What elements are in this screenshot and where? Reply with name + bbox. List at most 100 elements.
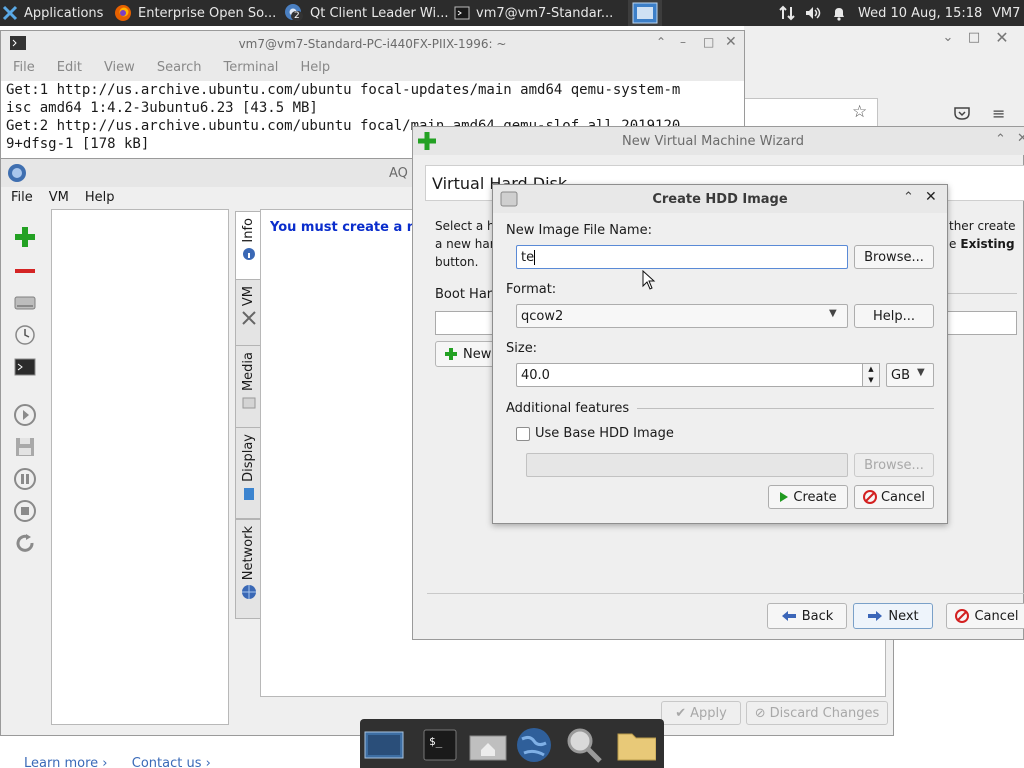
base-image-input[interactable] [526, 453, 848, 477]
notification-bell-icon[interactable] [828, 0, 850, 26]
spin-down-icon[interactable]: ▼ [863, 375, 879, 386]
start-vm-button[interactable] [11, 401, 39, 429]
size-spinner[interactable]: ▲ ▼ [862, 363, 880, 387]
minus-icon [15, 269, 35, 273]
task-qt-client[interactable]: 2 Qt Client Leader Wi... [284, 0, 450, 26]
window-icon [632, 2, 658, 24]
hdd-dialog-titlebar[interactable]: Create HDD Image ⌃ ✕ [493, 185, 947, 213]
close-icon[interactable]: ✕ [1017, 131, 1024, 146]
history-button[interactable] [11, 321, 39, 349]
close-icon[interactable]: ✕ [925, 189, 937, 205]
wizard-titlebar[interactable]: New Virtual Machine Wizard ⌃ ✕ [413, 127, 1024, 155]
menu-file[interactable]: File [1, 57, 45, 81]
cancel-button[interactable]: Cancel [854, 485, 934, 509]
size-unit-select[interactable]: GB ▼ [886, 363, 934, 387]
stop-vm-button[interactable] [11, 497, 39, 525]
minimize-icon[interactable]: – [680, 35, 686, 49]
wizard-cancel-button[interactable]: Cancel [946, 603, 1024, 629]
pause-vm-button[interactable] [11, 465, 39, 493]
menu-search[interactable]: Search [145, 57, 212, 81]
task-firefox[interactable]: Enterprise Open So... [114, 0, 280, 26]
apply-label: Apply [690, 705, 727, 721]
hamburger-menu-icon[interactable]: ≡ [992, 104, 1012, 123]
create-button[interactable]: Create [768, 485, 848, 509]
menu-help[interactable]: Help [288, 57, 340, 81]
console-button[interactable] [11, 353, 39, 381]
tab-media[interactable]: Media [235, 345, 261, 429]
vm-list[interactable] [51, 209, 229, 725]
size-input[interactable]: 40.0 [516, 363, 866, 387]
file-name-input[interactable]: te [516, 245, 848, 269]
url-bar[interactable]: ☆ [744, 98, 878, 128]
clock[interactable]: Wed 10 Aug, 15:18 [858, 0, 988, 26]
dock-home-folder-button[interactable] [468, 725, 508, 765]
minimize-icon[interactable]: ⌃ [995, 132, 1006, 147]
learn-more-link[interactable]: Learn more › [24, 756, 107, 768]
dock-search-button[interactable] [564, 725, 604, 765]
dock-web-browser-button[interactable] [514, 725, 554, 765]
dock-files-button[interactable] [616, 725, 656, 765]
maximize-icon[interactable]: □ [964, 30, 984, 50]
save-vm-button[interactable] [11, 433, 39, 461]
task-aqemu[interactable] [628, 0, 662, 26]
tab-vm[interactable]: VM [235, 279, 261, 347]
close-icon[interactable]: ✕ [992, 28, 1012, 48]
contact-us-link[interactable]: Contact us › [132, 756, 211, 768]
applications-menu[interactable]: Applications [2, 0, 110, 26]
bookmark-star-icon[interactable]: ☆ [852, 102, 867, 122]
format-help-button[interactable]: Help... [854, 304, 934, 328]
tab-display[interactable]: Display [235, 427, 261, 519]
menu-terminal[interactable]: Terminal [211, 57, 288, 81]
minimize-icon[interactable]: ⌄ [938, 30, 958, 50]
close-icon[interactable]: ✕ [725, 34, 737, 50]
desktop-icon [364, 731, 404, 759]
menu-view[interactable]: View [92, 57, 145, 81]
next-button[interactable]: Next [853, 603, 933, 629]
minimize-icon[interactable]: ⌃ [656, 35, 666, 49]
menu-file[interactable]: File [1, 187, 39, 209]
terminal-titlebar[interactable]: vm7@vm7-Standard-PC-i440FX-PIIX-1996: ~ … [1, 31, 744, 57]
discard-changes-button[interactable]: ⊘ Discard Changes [746, 701, 888, 725]
plus-icon [15, 227, 35, 247]
file-name-value: te [521, 249, 535, 265]
menu-vm[interactable]: VM [39, 187, 75, 209]
terminal-line: isc amd64 1:4.2-3ubuntu6.23 [43.5 MB] [6, 100, 318, 116]
use-base-hdd-label: Use Base HDD Image [535, 426, 674, 441]
divider [427, 593, 1024, 594]
spin-up-icon[interactable]: ▲ [863, 364, 879, 375]
menu-help[interactable]: Help [75, 187, 121, 209]
menu-edit[interactable]: Edit [45, 57, 92, 81]
size-label: Size: [506, 341, 538, 356]
volume-icon[interactable] [802, 0, 824, 26]
tools-icon [241, 311, 256, 325]
remove-vm-button[interactable] [11, 257, 39, 285]
qemu-icon: 2 [284, 3, 304, 23]
tab-network[interactable]: Network [235, 519, 261, 619]
maximize-icon[interactable]: □ [703, 35, 714, 49]
network-icon[interactable] [776, 0, 798, 26]
hdd-manager-button[interactable] [11, 289, 39, 317]
base-browse-button[interactable]: Browse... [854, 453, 934, 477]
back-button[interactable]: Back [767, 603, 847, 629]
browse-button[interactable]: Browse... [854, 245, 934, 269]
minimize-icon[interactable]: ⌃ [903, 190, 914, 205]
use-base-hdd-checkbox[interactable] [516, 427, 530, 441]
pocket-icon[interactable] [954, 106, 976, 124]
boot-hdd-input[interactable] [945, 311, 1017, 335]
tab-label: Network [241, 526, 256, 581]
tab-label: Info [241, 218, 256, 243]
user-menu[interactable]: VM7 [992, 0, 1024, 26]
new-hdd-button[interactable]: New [435, 341, 495, 367]
new-label: New [463, 346, 492, 362]
aqemu-toolbar [9, 211, 41, 561]
wizard-description-line: ther create [949, 219, 1016, 233]
add-vm-button[interactable] [11, 223, 39, 251]
format-select[interactable]: qcow2 ▼ [516, 304, 848, 328]
help-label: Help... [872, 308, 916, 324]
dock-terminal-button[interactable]: $_ [420, 725, 460, 765]
task-terminal[interactable]: vm7@vm7-Standar... [454, 0, 622, 26]
description-fragment: e [949, 237, 957, 251]
show-desktop-button[interactable] [364, 725, 404, 765]
apply-button[interactable]: ✔ Apply [661, 701, 741, 725]
reset-vm-button[interactable] [11, 529, 39, 557]
